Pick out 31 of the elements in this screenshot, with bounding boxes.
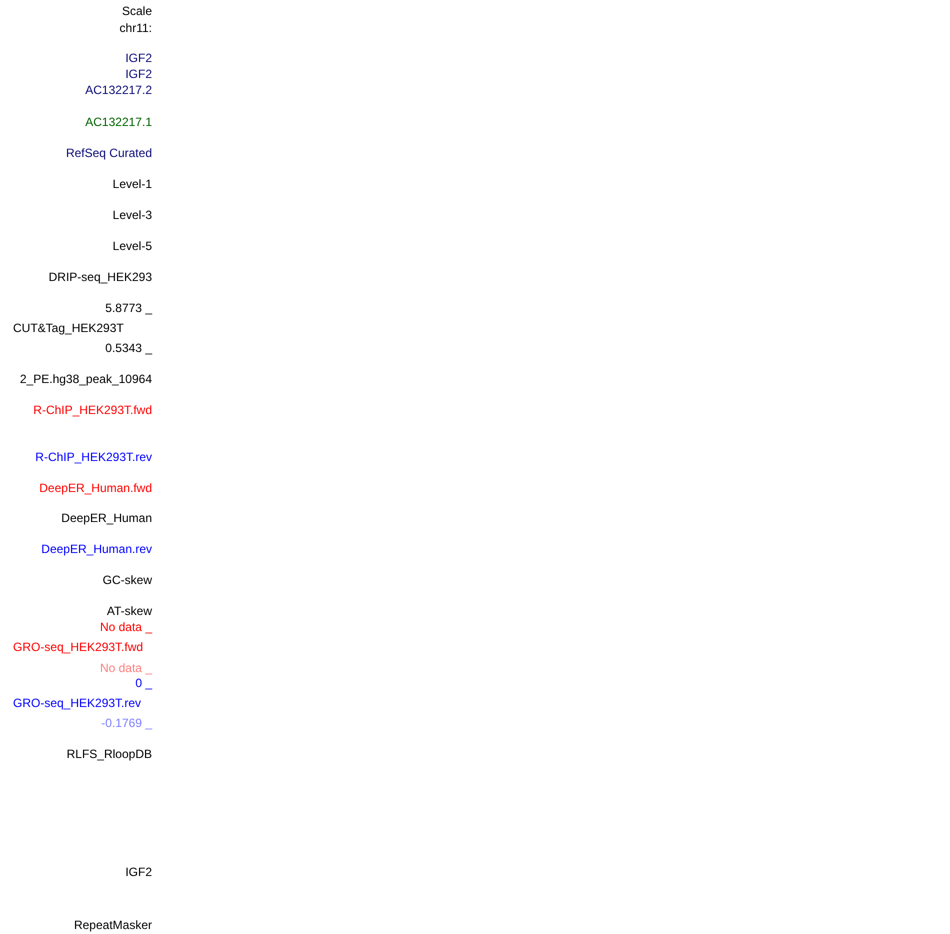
track-label: Level-1 — [112, 177, 152, 191]
track-label: DeepER_Human — [61, 511, 152, 525]
track-label: AC132217.1 — [85, 115, 152, 129]
track-label: DRIP-seq_HEK293 — [48, 270, 152, 284]
axis-range-label: 5.8773 _ — [105, 301, 152, 315]
track-label: R-ChIP_HEK293T.rev — [35, 450, 152, 464]
track-label: GC-skew — [102, 573, 152, 587]
track-label: AT-skew — [106, 604, 152, 618]
track-label: RefSeq Curated — [66, 146, 152, 160]
track-label: chr11: — [120, 21, 152, 35]
graph-title: CUT&Tag_HEK293T — [13, 321, 124, 335]
track-label: IGF2 — [125, 865, 152, 879]
track-label: RepeatMasker — [74, 918, 152, 932]
axis-range-label: No data _ — [100, 620, 152, 634]
track-label: DeepER_Human.rev — [41, 542, 152, 556]
axis-range-label: 0.5343 _ — [105, 341, 152, 355]
track-label: R-ChIP_HEK293T.fwd — [33, 403, 152, 417]
axis-range-label: -0.1769 _ — [101, 716, 152, 730]
track-label: AC132217.2 — [85, 83, 152, 97]
graph-title: GRO-seq_HEK293T.rev — [13, 696, 142, 710]
track-label: RLFS_RloopDB — [66, 747, 152, 761]
track-label: 2_PE.hg38_peak_10964 — [20, 372, 152, 386]
axis-range-label: 0 _ — [135, 676, 152, 690]
track-label: Level-3 — [112, 208, 152, 222]
track-label: Level-5 — [112, 239, 152, 253]
axis-range-label: No data _ — [100, 661, 152, 675]
track-label: IGF2 — [125, 67, 152, 81]
track-label: DeepER_Human.fwd — [39, 481, 152, 495]
graph-title: GRO-seq_HEK293T.fwd — [13, 640, 144, 654]
track-label: Scale — [122, 4, 152, 18]
track-label: IGF2 — [125, 51, 152, 65]
